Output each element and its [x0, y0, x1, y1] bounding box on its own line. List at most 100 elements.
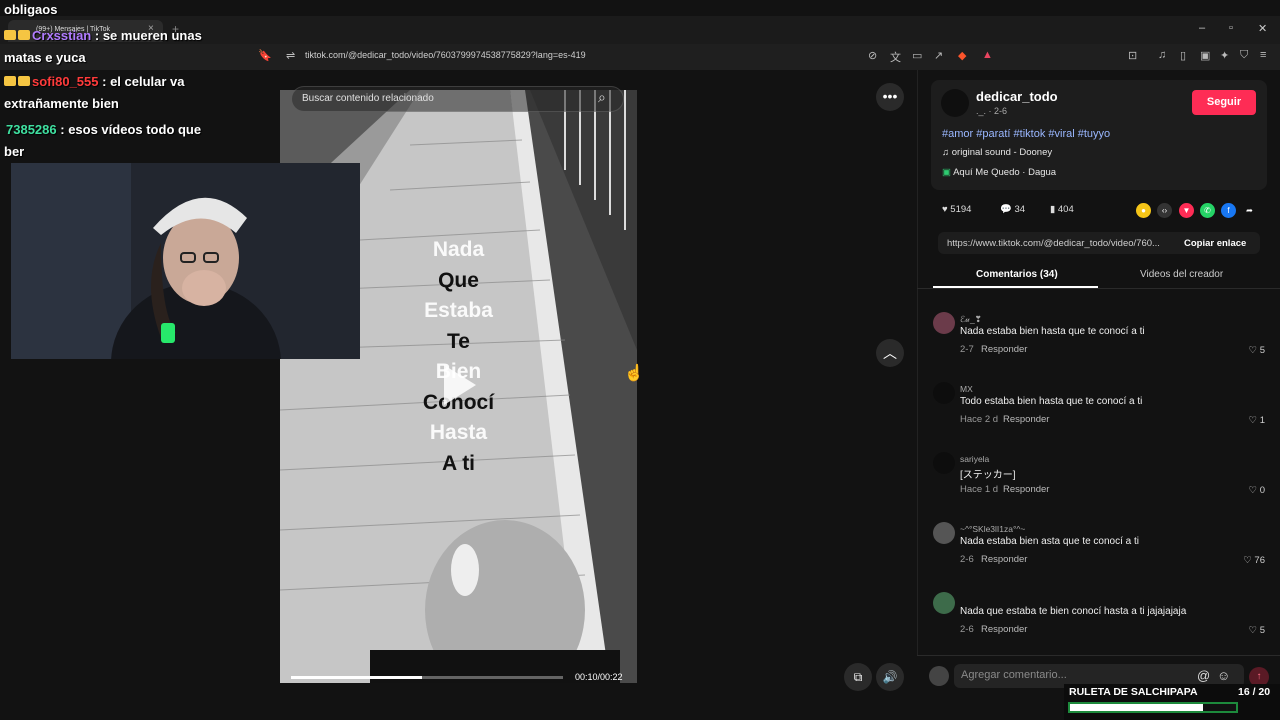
site-settings-icon[interactable]: ⇌ — [286, 49, 295, 62]
comment-like-button[interactable]: ♡ 0 — [1231, 485, 1265, 496]
save-count: 404 — [1057, 204, 1074, 215]
comment-like-count: 5 — [1259, 345, 1265, 356]
comment-avatar[interactable] — [933, 522, 955, 544]
related-search-input[interactable]: Buscar contenido relacionado — [291, 86, 624, 112]
window-close-icon[interactable]: ✕ — [1258, 22, 1267, 35]
comment-like-button[interactable]: ♡ 1 — [1231, 415, 1265, 426]
volume-button[interactable]: 🔊 — [876, 663, 904, 691]
rewards-icon[interactable]: ▲ — [982, 49, 993, 61]
maximize-icon[interactable]: ▫ — [1229, 22, 1233, 34]
badge-icon — [18, 30, 30, 40]
reply-button[interactable]: Responder — [1003, 414, 1049, 425]
wallet-icon[interactable]: ▣ — [1200, 49, 1210, 62]
song-link[interactable]: ▣ Aquí Me Quedo · Dagua — [942, 167, 1056, 178]
coin-share-icon[interactable]: ● — [1136, 203, 1151, 218]
send-share-icon[interactable]: ▼ — [1179, 203, 1194, 218]
comment-time: 2-7 — [960, 344, 974, 355]
media-icon[interactable]: ♫ — [1158, 49, 1166, 61]
badge-icon — [4, 76, 16, 86]
follow-button[interactable]: Seguir — [1192, 90, 1256, 115]
chat-text: : el celular va — [102, 74, 185, 89]
hashtags[interactable]: #amor #paratí #tiktok #viral #tuyyo — [942, 128, 1110, 140]
comment-like-button[interactable]: ♡ 76 — [1231, 555, 1265, 566]
comment-like-button[interactable]: ♡ 5 — [1231, 345, 1265, 356]
video-caption-word: Hasta — [429, 421, 488, 444]
comment-avatar[interactable] — [933, 312, 955, 334]
bookmark-icon[interactable]: 🔖 — [258, 49, 272, 62]
chat-text: extrañamente bien — [4, 96, 119, 111]
chat-text: : se mueren unas — [94, 28, 202, 43]
share-more-icon[interactable]: ➦ — [1242, 203, 1257, 218]
author-avatar[interactable] — [941, 89, 969, 117]
menu-icon[interactable]: ≡ — [1260, 49, 1266, 61]
comment-heart-icon: ♡ — [1248, 345, 1260, 356]
comment-time: Hace 2 d — [960, 414, 999, 425]
chat-text: ber — [4, 144, 25, 159]
tab-creator-videos[interactable]: Videos del creador — [1140, 269, 1223, 280]
sound-link[interactable]: ♫ original sound - Dooney — [942, 147, 1052, 158]
comment-heart-icon: ♡ — [1248, 485, 1260, 496]
previous-video-button[interactable]: ︿ — [876, 339, 904, 367]
extensions-icon[interactable]: ✦ — [1220, 49, 1229, 62]
comment-username[interactable]: MX — [960, 384, 973, 394]
address-bar[interactable]: tiktok.com/@dedicar_todo/video/760379997… — [305, 50, 586, 60]
like-count: 5194 — [950, 204, 972, 215]
comment-text: Nada estaba bien hasta que te conocí a t… — [960, 326, 1145, 337]
reply-button[interactable]: Responder — [981, 554, 1027, 565]
like-button[interactable]: ♥ 5194 — [942, 204, 971, 215]
comment-username[interactable]: ℰ𝓊_❣ — [960, 314, 982, 325]
reply-button[interactable]: Responder — [1003, 484, 1049, 495]
chat-message: obligaos — [4, 2, 57, 17]
minimize-icon[interactable]: – — [1199, 22, 1205, 34]
chat-message: 7385286 : esos vídeos todo que — [6, 122, 201, 137]
mention-icon[interactable]: @ — [1197, 668, 1210, 683]
comment-time: Hace 1 d — [960, 484, 999, 495]
pip-button[interactable]: ⧉ — [844, 663, 872, 691]
reply-button[interactable]: Responder — [981, 344, 1027, 355]
copy-link-button[interactable]: Copiar enlace — [1184, 238, 1246, 249]
screenshot-icon[interactable]: ⊡ — [1128, 49, 1137, 62]
search-icon[interactable]: ⌕ — [598, 89, 606, 106]
comment-like-count: 76 — [1254, 555, 1265, 566]
tab-comments[interactable]: Comentarios (34) — [976, 269, 1058, 280]
music-note-icon: ♫ — [942, 147, 952, 158]
video-progress-fill — [291, 676, 422, 679]
chat-username: Crxsstian — [32, 28, 92, 43]
whatsapp-icon[interactable]: ✆ — [1200, 203, 1215, 218]
chat-message: extrañamente bien — [4, 96, 119, 111]
comment-avatar[interactable] — [933, 592, 955, 614]
comment-time: 2-6 — [960, 554, 974, 565]
emoji-icon[interactable]: ☺ — [1217, 668, 1230, 683]
sidebar-icon[interactable]: ▯ — [1180, 49, 1186, 62]
embed-icon[interactable]: ‹› — [1157, 203, 1172, 218]
vpn-icon[interactable]: ⛉ — [1240, 49, 1248, 62]
chat-message: Crxsstian : se mueren unas — [4, 28, 202, 43]
more-options-button[interactable]: ••• — [876, 83, 904, 111]
facebook-icon[interactable]: f — [1221, 203, 1236, 218]
bookmark-save-icon: ▮ — [1050, 204, 1058, 215]
my-avatar — [929, 666, 949, 686]
author-date: ._. · 2-6 — [976, 106, 1008, 116]
reply-button[interactable]: Responder — [981, 624, 1027, 635]
comment-button[interactable]: 💬 34 — [1000, 204, 1025, 215]
comment-like-button[interactable]: ♡ 5 — [1231, 625, 1265, 636]
video-link[interactable]: https://www.tiktok.com/@dedicar_todo/vid… — [947, 238, 1160, 249]
author-name[interactable]: dedicar_todo — [976, 89, 1058, 104]
brave-shield-icon[interactable]: ◆ — [958, 49, 966, 62]
translate-icon[interactable]: 文 — [890, 49, 901, 65]
roulette-label: RULETA DE SALCHIPAPA — [1069, 686, 1198, 698]
tracking-icon[interactable]: ⊘ — [868, 49, 877, 62]
comment-avatar[interactable] — [933, 452, 955, 474]
comment-text: Nada que estaba te bien conocí hasta a t… — [960, 606, 1187, 617]
comment-username[interactable]: ~^°SKle3lI1za°^~ — [960, 524, 1025, 534]
share-icon[interactable]: ↗ — [934, 49, 943, 62]
sound-label: original sound - Dooney — [951, 147, 1053, 158]
roulette-progress — [1068, 702, 1238, 713]
cast-icon[interactable]: ▭ — [912, 49, 922, 62]
chat-text: matas e yuca — [4, 50, 86, 65]
play-icon[interactable] — [444, 365, 476, 405]
chat-text: obligaos — [4, 2, 58, 17]
comment-username[interactable]: sariyela — [960, 454, 989, 464]
save-button[interactable]: ▮ 404 — [1050, 204, 1074, 215]
comment-avatar[interactable] — [933, 382, 955, 404]
